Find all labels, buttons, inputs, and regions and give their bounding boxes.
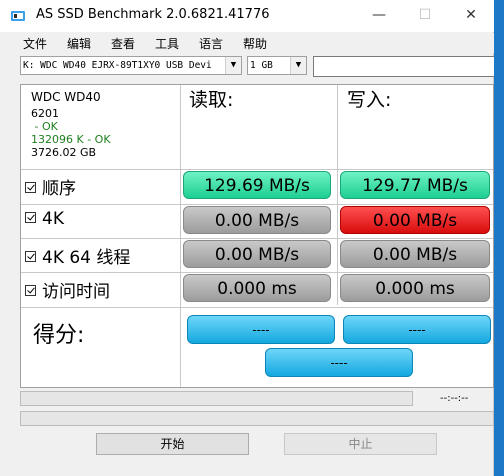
checkbox-icon[interactable] [25,284,36,296]
checkbox-icon[interactable] [25,211,36,223]
toolbar: K: WDC WD40 EJRX-89T1XY0 USB Devi ▼ 1 GB… [0,54,494,80]
drive-select[interactable]: K: WDC WD40 EJRX-89T1XY0 USB Devi ▼ [20,56,242,75]
row-label-text: 访问时间 [42,282,110,302]
size-select-value: 1 GB [250,60,273,71]
drive-capacity: 3726.02 GB [31,146,97,159]
stop-button[interactable]: 中止 [284,433,437,455]
row-label-access[interactable]: 访问时间 [25,277,110,302]
drive-info: WDC WD40 6201 - OK 132096 K - OK 3726.02… [31,89,111,159]
chevron-down-icon: ▼ [225,57,241,74]
menu-view[interactable]: 查看 [111,35,135,52]
4k64-read-value: 0.00 MB/s [183,240,331,268]
read-score: ---- [187,315,335,344]
main-window: AS SSD Benchmark 2.0.6821.41776 — ☐ ✕ 文件… [0,0,494,476]
row-label-text: 4K 64 线程 [42,248,131,268]
grid-divider [180,85,181,387]
app-icon [11,11,25,21]
menu-bar: 文件 编辑 查看 工具 语言 帮助 [0,33,494,53]
drive-firmware: 6201 [31,107,59,120]
row-label-seq[interactable]: 顺序 [25,174,76,199]
start-button[interactable]: 开始 [96,433,249,455]
menu-file[interactable]: 文件 [23,35,47,52]
read-header: 读取: [189,89,234,111]
chevron-down-icon: ▼ [290,57,306,74]
4k-read-value: 0.00 MB/s [183,206,331,234]
progress-bar [20,391,413,406]
maximize-button[interactable]: ☐ [402,0,448,32]
grid-divider [21,204,493,205]
grid-divider [21,169,493,170]
write-header: 写入: [347,89,392,111]
checkbox-icon[interactable] [25,181,36,193]
menu-help[interactable]: 帮助 [243,35,267,52]
size-select[interactable]: 1 GB ▼ [247,56,307,75]
access-write-value: 0.000 ms [340,274,490,302]
grid-divider [21,272,493,273]
info-text-box[interactable] [313,56,494,77]
drive-status-cache: 132096 K - OK [31,133,111,146]
grid-divider [21,238,493,239]
row-label-4k[interactable]: 4K [25,209,64,229]
row-label-text: 顺序 [42,179,76,199]
drive-model: WDC WD40 [31,90,101,104]
row-label-text: 4K [42,209,64,229]
title-bar: AS SSD Benchmark 2.0.6821.41776 — ☐ ✕ [0,0,494,32]
seq-read-value: 129.69 MB/s [183,171,331,199]
checkbox-icon[interactable] [25,250,36,262]
write-score: ---- [343,315,491,344]
row-label-4k64[interactable]: 4K 64 线程 [25,243,130,268]
4k-write-value: 0.00 MB/s [340,206,490,234]
progress-bar-total [20,411,494,426]
elapsed-time: --:--:-- [440,393,469,404]
total-score: ---- [265,348,413,377]
drive-select-value: K: WDC WD40 EJRX-89T1XY0 USB Devi [23,60,212,71]
seq-write-value: 129.77 MB/s [340,171,490,199]
grid-divider [21,307,493,308]
menu-tools[interactable]: 工具 [155,35,179,52]
close-button[interactable]: ✕ [448,0,494,32]
access-read-value: 0.000 ms [183,274,331,302]
minimize-button[interactable]: — [356,0,402,32]
score-label: 得分: [33,323,85,348]
menu-language[interactable]: 语言 [199,35,223,52]
drive-status-align: - OK [31,120,58,133]
menu-edit[interactable]: 编辑 [67,35,91,52]
window-title: AS SSD Benchmark 2.0.6821.41776 [36,7,270,22]
results-grid: WDC WD40 6201 - OK 132096 K - OK 3726.02… [20,84,494,388]
4k64-write-value: 0.00 MB/s [340,240,490,268]
